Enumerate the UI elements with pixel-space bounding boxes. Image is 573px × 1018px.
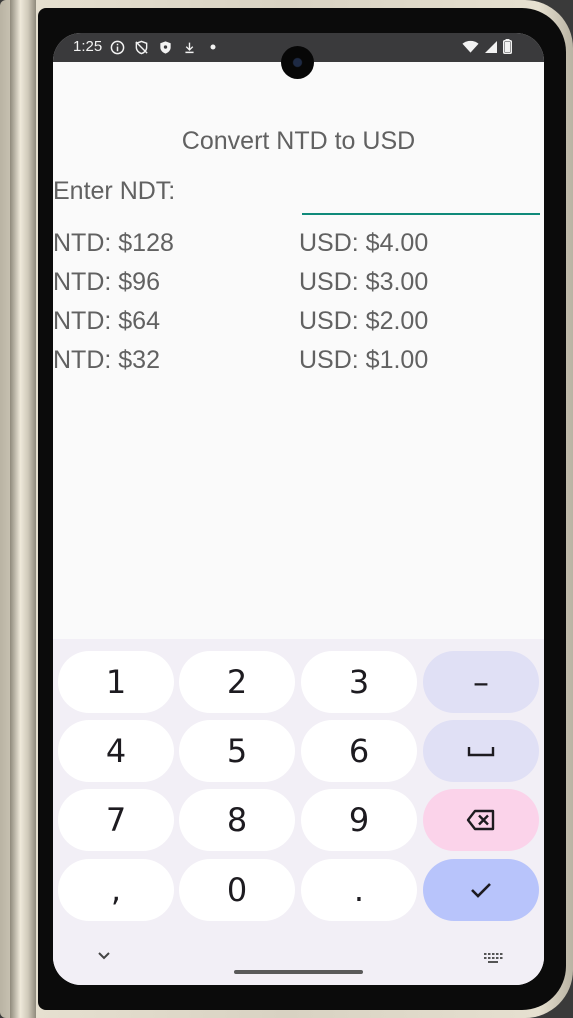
key-period[interactable]: . xyxy=(301,859,417,921)
list-item: NTD: $64 USD: $2.00 xyxy=(53,307,544,346)
key-0[interactable]: 0 xyxy=(179,859,295,921)
chevron-down-icon xyxy=(98,952,110,960)
shield-icon xyxy=(157,39,173,55)
page-title: Convert NTD to USD xyxy=(181,127,416,155)
backspace-icon xyxy=(466,809,495,831)
ntd-amount: NTD: $96 xyxy=(53,268,160,296)
usd-amount: USD: $4.00 xyxy=(299,229,429,257)
list-item: NTD: $96 USD: $3.00 xyxy=(53,268,544,307)
key-8[interactable]: 8 xyxy=(179,789,295,851)
key-3[interactable]: 3 xyxy=(301,651,417,713)
info-icon xyxy=(109,39,125,55)
list-item: NTD: $128 USD: $4.00 xyxy=(53,229,544,268)
ntd-amount: NTD: $32 xyxy=(53,346,160,374)
key-6[interactable]: 6 xyxy=(301,720,417,782)
status-time: 1:25 xyxy=(73,38,103,55)
device-hinge xyxy=(10,0,36,1018)
screen: 1:25 Convert NTD to USD Enter NDT: NTD: … xyxy=(53,33,544,985)
keyboard-switch-button[interactable] xyxy=(483,951,503,963)
list-item: NTD: $32 USD: $1.00 xyxy=(53,346,544,385)
key-minus[interactable]: – xyxy=(423,651,539,713)
key-9[interactable]: 9 xyxy=(301,789,417,851)
ntd-amount: NTD: $128 xyxy=(53,229,174,257)
ntd-amount: NTD: $64 xyxy=(53,307,160,335)
key-done[interactable] xyxy=(423,859,539,921)
ntd-input-label: Enter NDT: xyxy=(53,177,176,205)
usd-amount: USD: $3.00 xyxy=(299,268,429,296)
key-4[interactable]: 4 xyxy=(58,720,174,782)
front-camera xyxy=(281,46,314,79)
ntd-input[interactable] xyxy=(302,179,540,215)
key-5[interactable]: 5 xyxy=(179,720,295,782)
numeric-keyboard: 1 2 3 – 4 5 6 7 8 9 , 0 . xyxy=(53,639,544,985)
space-icon xyxy=(467,747,495,757)
key-7[interactable]: 7 xyxy=(58,789,174,851)
keyboard-icon xyxy=(484,953,503,963)
battery-icon xyxy=(503,39,512,59)
key-delete[interactable] xyxy=(423,789,539,851)
conversion-list: NTD: $128 USD: $4.00 NTD: $96 USD: $3.00… xyxy=(53,229,544,385)
check-icon xyxy=(471,883,491,898)
dot-icon xyxy=(205,39,221,55)
key-comma[interactable]: , xyxy=(58,859,174,921)
system-status-icons xyxy=(462,39,512,59)
wifi-icon xyxy=(462,40,479,59)
hide-keyboard-button[interactable] xyxy=(95,949,113,963)
key-space[interactable] xyxy=(423,720,539,782)
usd-amount: USD: $1.00 xyxy=(299,346,429,374)
home-indicator[interactable] xyxy=(234,970,363,974)
key-1[interactable]: 1 xyxy=(58,651,174,713)
shield-off-icon xyxy=(133,39,149,55)
notification-icons xyxy=(109,39,221,55)
usd-amount: USD: $2.00 xyxy=(299,307,429,335)
device-frame: 1:25 Convert NTD to USD Enter NDT: NTD: … xyxy=(0,0,573,1018)
signal-icon xyxy=(484,40,498,59)
download-icon xyxy=(181,39,197,55)
key-2[interactable]: 2 xyxy=(179,651,295,713)
